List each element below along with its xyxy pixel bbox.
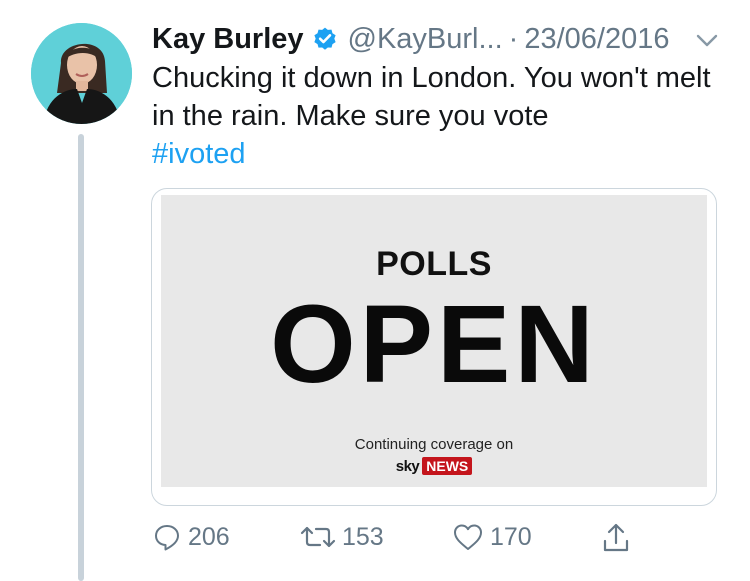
like-button[interactable]: 170 <box>452 522 532 552</box>
share-button[interactable] <box>600 522 638 554</box>
brand-logo: sky NEWS <box>161 457 707 475</box>
media-card[interactable]: POLLS OPEN Continuing coverage on sky NE… <box>151 188 717 506</box>
verified-badge-icon <box>312 26 338 52</box>
media-headline-large: OPEN <box>270 283 598 406</box>
media-headline-small: POLLS <box>376 245 492 283</box>
action-bar: 206 153 170 <box>152 522 652 558</box>
tweet-text: Chucking it down in London. You won't me… <box>152 62 711 132</box>
brand-sky: sky <box>395 457 420 475</box>
tweet-header: Kay Burley @KayBurl... · 23/06/2016 <box>152 19 670 59</box>
reply-button[interactable]: 206 <box>152 522 230 552</box>
hashtag-link[interactable]: #ivoted <box>152 135 732 173</box>
retweet-icon <box>300 526 336 548</box>
heart-icon <box>454 524 482 550</box>
thread-line <box>78 134 84 581</box>
separator-dot: · <box>508 22 519 55</box>
like-count: 170 <box>490 522 532 551</box>
tweet-date[interactable]: 23/06/2016 <box>524 23 669 56</box>
retweet-count: 153 <box>342 522 384 551</box>
reply-count: 206 <box>188 522 230 551</box>
share-icon <box>603 523 629 552</box>
chevron-down-icon[interactable] <box>694 27 720 53</box>
avatar[interactable] <box>31 23 132 124</box>
avatar-photo <box>31 23 132 124</box>
reply-icon <box>155 525 179 551</box>
author-handle[interactable]: @KayBurl... <box>348 23 503 56</box>
author-name[interactable]: Kay Burley <box>152 23 304 56</box>
tweet-body: Chucking it down in London. You won't me… <box>152 59 732 173</box>
media-image[interactable]: POLLS OPEN Continuing coverage on sky NE… <box>161 195 707 487</box>
retweet-button[interactable]: 153 <box>300 522 384 552</box>
brand-news: NEWS <box>422 457 473 475</box>
media-coverage-text: Continuing coverage on <box>354 436 514 453</box>
